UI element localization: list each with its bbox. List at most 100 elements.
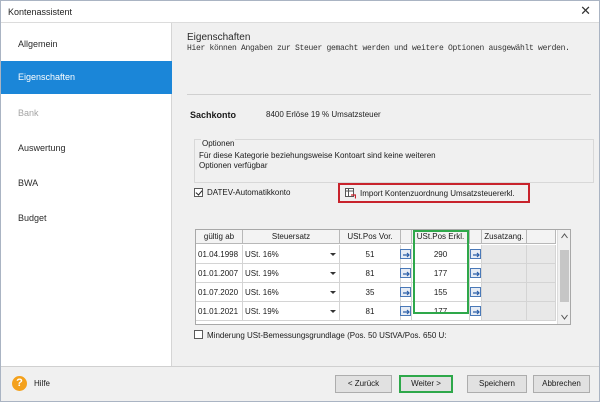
scrollbar-thumb[interactable] <box>560 250 569 302</box>
cell-blank <box>527 264 556 283</box>
datev-automatikkonto-checkbox[interactable] <box>194 188 203 197</box>
cell-arrow[interactable] <box>400 264 412 283</box>
arrow-right-icon[interactable] <box>400 268 411 278</box>
cell-arrow[interactable] <box>470 283 482 302</box>
window-title: Kontenassistent <box>8 7 73 17</box>
arrow-right-icon[interactable] <box>470 249 481 259</box>
kontenassistent-window: Kontenassistent ✕ Allgemein Eigenschafte… <box>0 0 600 402</box>
cell-steuersatz[interactable]: USt. 16% <box>243 283 340 302</box>
cell-arrow[interactable] <box>470 302 482 321</box>
cell-zusatzang <box>482 302 527 321</box>
arrow-right-icon[interactable] <box>400 249 411 259</box>
optionen-text-line1: Für diese Kategorie beziehungsweise Kont… <box>199 151 436 160</box>
table-row[interactable]: 01.01.2007 USt. 19% 81 177 <box>196 264 556 283</box>
cell-ust-pos-erkl[interactable]: 155 <box>412 283 470 302</box>
steuersatz-value: USt. 19% <box>245 307 279 316</box>
main-content: Eigenschaften Hier können Angaben zur St… <box>173 23 599 366</box>
cell-arrow[interactable] <box>400 302 412 321</box>
page-title: Eigenschaften <box>187 32 251 43</box>
steuersatz-value: USt. 16% <box>245 250 279 259</box>
table-row[interactable]: 01.04.1998 USt. 16% 51 290 <box>196 245 556 264</box>
cell-blank <box>527 245 556 264</box>
table-row[interactable]: 01.07.2020 USt. 16% 35 155 <box>196 283 556 302</box>
cell-ust-pos-vor[interactable]: 35 <box>340 283 401 302</box>
arrow-right-icon[interactable] <box>470 287 481 297</box>
sidebar-item-budget[interactable]: Budget <box>1 202 172 235</box>
optionen-legend: Optionen <box>201 139 236 148</box>
arrow-right-icon[interactable] <box>470 268 481 278</box>
cell-steuersatz[interactable]: USt. 16% <box>243 245 340 264</box>
cell-zusatzang <box>482 245 527 264</box>
arrow-right-icon[interactable] <box>470 306 481 316</box>
cell-ust-pos-erkl[interactable]: 290 <box>412 245 470 264</box>
cell-gueltig-ab[interactable]: 01.04.1998 <box>196 245 243 264</box>
column-header-ust-pos-vor[interactable]: USt.Pos Vor. <box>340 230 401 244</box>
cell-blank <box>527 302 556 321</box>
import-kontenzuordnung-button[interactable]: Import Kontenzuordnung Umsatzsteuererkl. <box>338 183 530 203</box>
column-header-spacer <box>470 230 482 244</box>
sidebar: Allgemein Eigenschaften Bank Auswertung … <box>1 23 172 366</box>
table-scrollbar[interactable] <box>557 230 570 324</box>
cell-blank <box>527 283 556 302</box>
optionen-text-line2: Optionen verfügbar <box>199 161 268 170</box>
cell-arrow[interactable] <box>400 245 412 264</box>
scroll-up-icon[interactable] <box>561 233 568 239</box>
next-button[interactable]: Weiter > <box>399 375 453 393</box>
sidebar-item-auswertung[interactable]: Auswertung <box>1 132 172 165</box>
cell-steuersatz[interactable]: USt. 19% <box>243 264 340 283</box>
column-header-gueltig-ab[interactable]: gültig ab <box>196 230 243 244</box>
help-label[interactable]: Hilfe <box>34 379 50 388</box>
close-icon[interactable]: ✕ <box>580 4 591 18</box>
back-button[interactable]: < Zurück <box>335 375 392 393</box>
column-header-steuersatz[interactable]: Steuersatz <box>243 230 340 244</box>
scroll-down-icon[interactable] <box>561 314 568 320</box>
import-kontenzuordnung-label: Import Kontenzuordnung Umsatzsteuererkl. <box>360 189 515 198</box>
steuersatz-value: USt. 19% <box>245 269 279 278</box>
table-header: gültig ab Steuersatz USt.Pos Vor. USt.Po… <box>196 230 556 244</box>
steuersatz-table: gültig ab Steuersatz USt.Pos Vor. USt.Po… <box>195 229 571 325</box>
arrow-right-icon[interactable] <box>400 287 411 297</box>
cell-ust-pos-vor[interactable]: 51 <box>340 245 401 264</box>
sidebar-item-eigenschaften[interactable]: Eigenschaften <box>1 61 172 94</box>
cell-arrow[interactable] <box>400 283 412 302</box>
sidebar-item-allgemein[interactable]: Allgemein <box>1 28 172 61</box>
cell-steuersatz[interactable]: USt. 19% <box>243 302 340 321</box>
title-bar: Kontenassistent ✕ <box>1 1 599 23</box>
import-table-icon <box>345 188 357 199</box>
datev-automatikkonto-label: DATEV-Automatikkonto <box>207 188 291 197</box>
column-header-zusatzang[interactable]: Zusatzang. <box>482 230 527 244</box>
sachkonto-label: Sachkonto <box>190 110 237 120</box>
sachkonto-value: 8400 Erlöse 19 % Umsatzsteuer <box>266 110 381 119</box>
sidebar-item-bank: Bank <box>18 108 39 118</box>
column-header-blank <box>527 230 556 244</box>
arrow-right-icon[interactable] <box>400 306 411 316</box>
cell-gueltig-ab[interactable]: 01.01.2021 <box>196 302 243 321</box>
table-row[interactable]: 01.01.2021 USt. 19% 81 177 <box>196 302 556 321</box>
chevron-down-icon[interactable] <box>329 286 337 299</box>
page-description: Hier können Angaben zur Steuer gemacht w… <box>187 44 570 53</box>
chevron-down-icon[interactable] <box>329 248 337 261</box>
help-icon[interactable]: ? <box>12 376 27 391</box>
cell-ust-pos-vor[interactable]: 81 <box>340 264 401 283</box>
cell-zusatzang <box>482 283 527 302</box>
cancel-button[interactable]: Abbrechen <box>533 375 590 393</box>
cell-ust-pos-erkl[interactable]: 177 <box>412 302 470 321</box>
cell-arrow[interactable] <box>470 264 482 283</box>
cell-gueltig-ab[interactable]: 01.07.2020 <box>196 283 243 302</box>
minderung-checkbox[interactable] <box>194 330 203 339</box>
chevron-down-icon[interactable] <box>329 305 337 318</box>
cell-ust-pos-erkl[interactable]: 177 <box>412 264 470 283</box>
column-header-ust-pos-erkl[interactable]: USt.Pos Erkl. <box>412 230 470 244</box>
save-button[interactable]: Speichern <box>467 375 527 393</box>
column-header-spacer <box>401 230 412 244</box>
cell-gueltig-ab[interactable]: 01.01.2007 <box>196 264 243 283</box>
steuersatz-value: USt. 16% <box>245 288 279 297</box>
cell-zusatzang <box>482 264 527 283</box>
divider <box>187 94 591 95</box>
optionen-group: Optionen Für diese Kategorie beziehungsw… <box>194 139 594 183</box>
sidebar-item-bwa[interactable]: BWA <box>1 167 172 200</box>
chevron-down-icon[interactable] <box>329 267 337 280</box>
cell-ust-pos-vor[interactable]: 81 <box>340 302 401 321</box>
footer-bar: ? Hilfe < Zurück Weiter > Speichern Abbr… <box>1 366 599 401</box>
cell-arrow[interactable] <box>470 245 482 264</box>
